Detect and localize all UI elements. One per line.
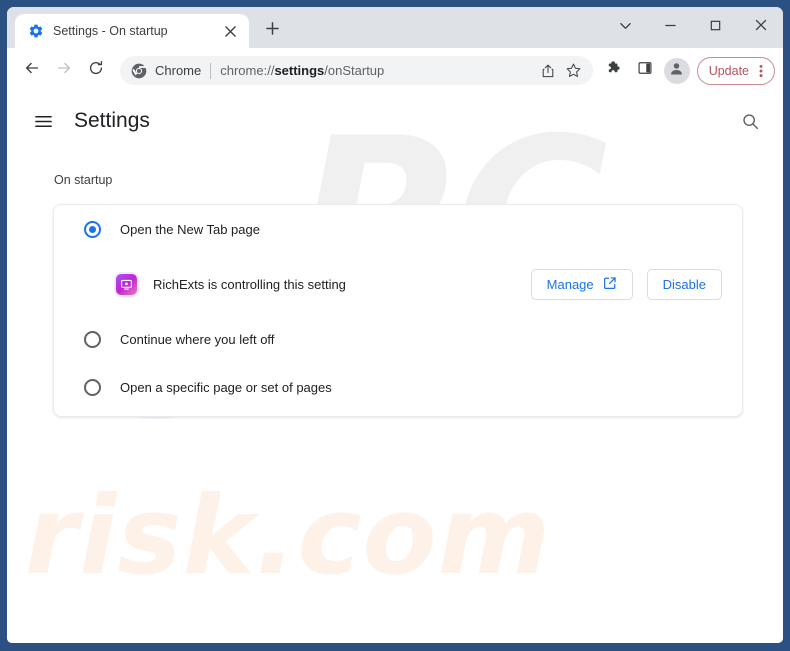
tab-title: Settings - On startup bbox=[53, 24, 168, 38]
tab-strip: Settings - On startup bbox=[7, 7, 783, 48]
url-prefix: chrome:// bbox=[220, 63, 275, 78]
plus-icon bbox=[265, 22, 279, 40]
radio-indicator-unselected[interactable] bbox=[84, 330, 101, 348]
side-panel-icon bbox=[637, 60, 653, 81]
close-window-button[interactable] bbox=[738, 10, 783, 46]
back-button[interactable] bbox=[17, 56, 47, 86]
share-icon[interactable] bbox=[535, 58, 561, 84]
close-icon bbox=[754, 18, 768, 37]
settings-page: PC risk.com Settings On startup bbox=[7, 93, 783, 643]
minimize-icon bbox=[664, 19, 677, 37]
back-arrow-icon bbox=[23, 59, 41, 82]
radio-indicator-unselected[interactable] bbox=[84, 378, 101, 396]
omnibox-chrome-label: Chrome bbox=[155, 63, 202, 78]
omnibox-divider bbox=[210, 62, 212, 79]
tab-search-chevron-button[interactable] bbox=[603, 10, 648, 46]
radio-option-continue-where-left-off[interactable]: Continue where you left off bbox=[74, 315, 722, 363]
window-controls bbox=[603, 7, 783, 48]
url-suffix: /onStartup bbox=[324, 63, 385, 78]
close-icon[interactable] bbox=[222, 23, 239, 40]
star-icon[interactable] bbox=[561, 58, 587, 84]
disable-button-label: Disable bbox=[662, 276, 706, 292]
browser-window: Settings - On startup Chrome chrome://se… bbox=[7, 7, 783, 643]
forward-arrow-icon bbox=[55, 59, 73, 82]
reload-icon bbox=[87, 59, 105, 82]
watermark-risk-text: risk.com bbox=[25, 474, 552, 599]
omnibox-url-text: chrome://settings/onStartup bbox=[220, 63, 384, 78]
update-button[interactable]: Update bbox=[696, 56, 775, 85]
avatar[interactable] bbox=[663, 57, 690, 84]
on-startup-card: Open the New Tab page RichExts is contro… bbox=[53, 204, 743, 417]
settings-header: Settings bbox=[7, 93, 783, 149]
extension-notice-text: RichExts is controlling this setting bbox=[153, 276, 346, 292]
browser-toolbar: Chrome chrome://settings/onStartup Updat… bbox=[7, 48, 783, 93]
chevron-down-icon bbox=[619, 19, 632, 37]
radio-label: Open a specific page or set of pages bbox=[120, 379, 332, 395]
extension-control-notice: RichExts is controlling this setting Man… bbox=[74, 253, 722, 315]
search-icon[interactable] bbox=[735, 106, 765, 136]
disable-button[interactable]: Disable bbox=[646, 268, 722, 300]
settings-content: On startup Open the New Tab page RichExt… bbox=[7, 149, 783, 417]
settings-gear-icon bbox=[28, 23, 44, 39]
manage-button-label: Manage bbox=[546, 276, 594, 292]
browser-tab[interactable]: Settings - On startup bbox=[15, 14, 249, 48]
maximize-icon bbox=[709, 19, 722, 37]
three-dots-vertical-icon[interactable] bbox=[753, 62, 769, 80]
omnibox-actions bbox=[535, 58, 587, 84]
card-bottom-spacer bbox=[74, 411, 722, 416]
radio-option-specific-page[interactable]: Open a specific page or set of pages bbox=[74, 363, 722, 411]
manage-button[interactable]: Manage bbox=[530, 268, 633, 300]
radio-label: Open the New Tab page bbox=[120, 221, 260, 237]
extensions-button[interactable] bbox=[601, 57, 629, 85]
radio-label: Continue where you left off bbox=[120, 331, 275, 347]
open-in-new-icon bbox=[603, 276, 617, 293]
address-bar[interactable]: Chrome chrome://settings/onStartup bbox=[120, 56, 593, 85]
section-label-on-startup: On startup bbox=[54, 173, 113, 187]
url-bold-segment: settings bbox=[274, 63, 325, 78]
new-tab-button[interactable] bbox=[258, 17, 286, 45]
radio-indicator-selected[interactable] bbox=[84, 220, 101, 238]
chrome-logo-icon bbox=[131, 63, 147, 79]
extension-notice-actions: Manage Disable bbox=[530, 268, 722, 300]
hamburger-menu-icon[interactable] bbox=[29, 107, 57, 135]
minimize-button[interactable] bbox=[648, 10, 693, 46]
side-panel-button[interactable] bbox=[631, 57, 659, 85]
radio-option-new-tab-page[interactable]: Open the New Tab page bbox=[74, 205, 722, 253]
browser-window-frame: Settings - On startup Chrome chrome://se… bbox=[0, 0, 790, 651]
forward-button[interactable] bbox=[49, 56, 79, 86]
reload-button[interactable] bbox=[81, 56, 111, 86]
maximize-button[interactable] bbox=[693, 10, 738, 46]
account-avatar-icon bbox=[668, 60, 685, 82]
update-button-label: Update bbox=[708, 63, 749, 78]
page-title: Settings bbox=[74, 109, 150, 132]
puzzle-piece-icon bbox=[606, 60, 623, 82]
richexts-extension-icon bbox=[116, 273, 137, 295]
